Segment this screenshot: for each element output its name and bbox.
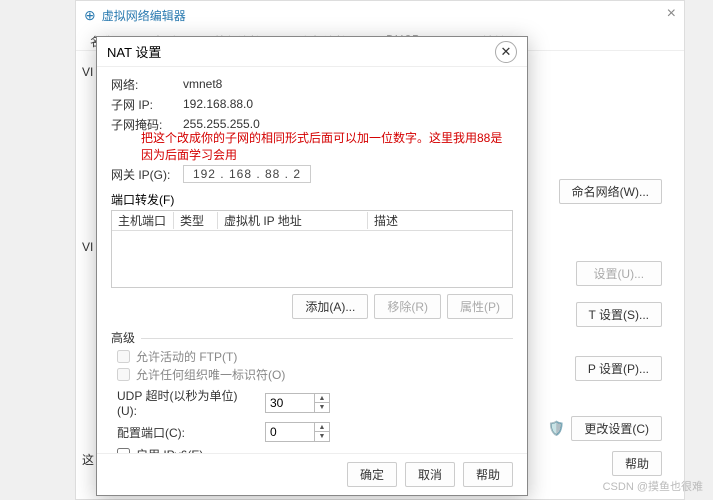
table-body[interactable]: [112, 231, 512, 287]
spin-up-icon[interactable]: ▲: [315, 394, 329, 403]
add-button[interactable]: 添加(A)...: [292, 294, 368, 319]
annotation-text: 把这个改成你的子网的相同形式后面可以加一位数字。这里我用88是因为后面学习会用: [141, 129, 513, 163]
close-icon[interactable]: ×: [667, 5, 676, 23]
org-checkbox[interactable]: 允许任何组织唯一标识符(O): [117, 366, 513, 383]
dialog-title: NAT 设置: [107, 42, 161, 61]
settings-s-button[interactable]: T 设置(S)...: [576, 302, 662, 327]
help-button[interactable]: 帮助: [463, 462, 513, 487]
watermark: CSDN @摸鱼也很难: [603, 478, 703, 494]
ipv6-checkbox[interactable]: 启用 IPv6(E): [117, 446, 513, 453]
shield-icon: 🛡️: [548, 420, 565, 437]
spin-down-icon[interactable]: ▼: [315, 432, 329, 441]
udp-timeout-stepper[interactable]: ▲▼: [265, 393, 330, 413]
gateway-label: 网关 IP(G):: [111, 166, 183, 183]
row-label-2: VI: [82, 240, 93, 254]
change-settings-button[interactable]: 更改设置(C): [571, 416, 662, 441]
udp-timeout-label: UDP 超时(以秒为单位)(U):: [117, 387, 257, 418]
gateway-input[interactable]: 192 . 168 . 88 . 2: [183, 165, 311, 183]
settings-u-button[interactable]: 设置(U)...: [576, 261, 662, 286]
row-label-1: VI: [82, 65, 93, 79]
col-type: 类型: [174, 212, 218, 229]
subnet-ip-value: 192.168.88.0: [183, 97, 253, 111]
col-host-port: 主机端口: [112, 212, 174, 229]
remove-button[interactable]: 移除(R): [374, 294, 441, 319]
spin-up-icon[interactable]: ▲: [315, 423, 329, 432]
config-port-stepper[interactable]: ▲▼: [265, 422, 330, 442]
mask-value: 255.255.255.0: [183, 117, 260, 131]
port-forward-table[interactable]: 主机端口 类型 虚拟机 IP 地址 描述: [111, 210, 513, 288]
mask-label: 子网掩码:: [111, 116, 183, 133]
network-icon: ⊕: [84, 7, 96, 24]
subnet-ip-label: 子网 IP:: [111, 96, 183, 113]
port-forward-label: 端口转发(F): [111, 191, 513, 208]
spin-down-icon[interactable]: ▼: [315, 403, 329, 412]
col-desc: 描述: [368, 212, 512, 229]
cancel-button[interactable]: 取消: [405, 462, 455, 487]
network-value: vmnet8: [183, 77, 222, 91]
ftp-checkbox[interactable]: 允许活动的 FTP(T): [117, 348, 513, 365]
help-button-outer[interactable]: 帮助: [612, 451, 662, 476]
hint-label: 这: [82, 451, 94, 468]
window-title: 虚拟网络编辑器: [102, 7, 186, 24]
nat-settings-dialog: NAT 设置 ✕ 网络:vmnet8 子网 IP:192.168.88.0 子网…: [96, 36, 528, 496]
config-port-label: 配置端口(C):: [117, 424, 257, 441]
close-icon[interactable]: ✕: [495, 41, 517, 63]
advanced-label: 高级: [111, 331, 141, 345]
rename-network-button[interactable]: 命名网络(W)...: [559, 179, 662, 204]
settings-p-button[interactable]: P 设置(P)...: [575, 356, 662, 381]
properties-button[interactable]: 属性(P): [447, 294, 513, 319]
col-vm-ip: 虚拟机 IP 地址: [218, 212, 368, 229]
ok-button[interactable]: 确定: [347, 462, 397, 487]
network-label: 网络:: [111, 76, 183, 93]
